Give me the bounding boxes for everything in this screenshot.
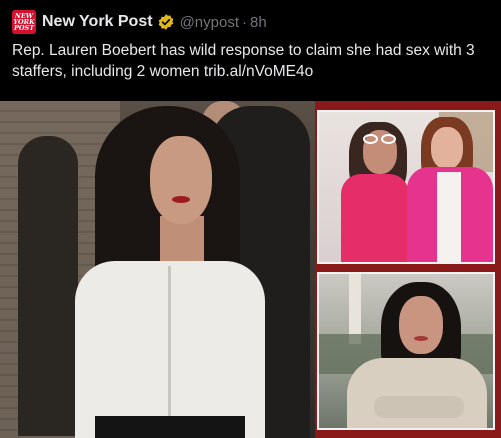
verified-badge-icon [158, 14, 173, 30]
pink-dress [341, 174, 409, 262]
black-skirt [95, 416, 245, 438]
lips [172, 196, 190, 203]
face [150, 136, 212, 224]
crossed-arms [374, 396, 464, 418]
beige-jacket [347, 358, 487, 428]
main-photo[interactable] [0, 101, 315, 438]
media-collage[interactable] [0, 101, 501, 438]
shirt-placket [168, 266, 171, 426]
white-top [437, 172, 461, 262]
avatar-text-line-3: POST [13, 24, 35, 32]
handle[interactable]: @nypost [180, 14, 239, 31]
background-figure [18, 136, 78, 436]
face [399, 296, 443, 354]
timestamp[interactable]: 8h [250, 14, 267, 31]
tweet-card[interactable]: NEW YORK POST New York Post @nypost · 8h… [0, 0, 501, 438]
tweet-text: Rep. Lauren Boebert has wild response to… [12, 42, 475, 80]
separator-dot: · [241, 13, 247, 31]
top-right-photo[interactable] [317, 110, 495, 264]
face [431, 127, 463, 169]
nypost-avatar[interactable]: NEW YORK POST [12, 10, 36, 34]
display-name[interactable]: New York Post [42, 13, 153, 31]
sunglasses-icon [363, 134, 397, 144]
lips [414, 336, 428, 341]
bottom-right-photo[interactable] [317, 272, 495, 430]
tweet-header: NEW YORK POST New York Post @nypost · 8h [12, 10, 267, 34]
